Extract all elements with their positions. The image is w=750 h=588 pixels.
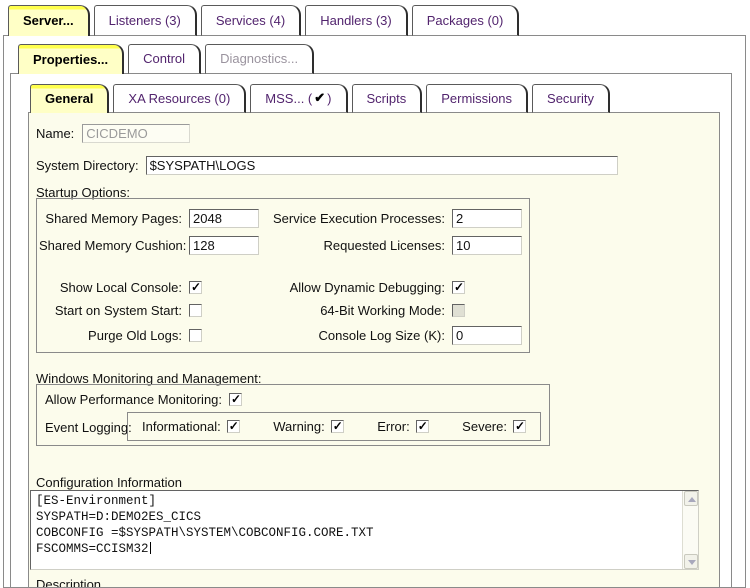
- tab-control[interactable]: Control: [128, 44, 201, 74]
- error-checkbox[interactable]: [416, 420, 429, 433]
- tab-properties[interactable]: Properties...: [18, 44, 124, 74]
- startup-options-group: Shared Memory Pages: Service Execution P…: [36, 198, 530, 353]
- system-directory-row: System Directory:: [36, 156, 618, 175]
- system-directory-label: System Directory:: [36, 158, 139, 173]
- allow-performance-monitoring-checkbox[interactable]: [229, 393, 242, 406]
- error-label: Error:: [377, 419, 410, 434]
- start-on-system-start-checkbox[interactable]: [189, 304, 202, 317]
- enterprise-server-admin-page: Name: System Directory: Startup Options:…: [0, 0, 750, 588]
- tab-xa-resources[interactable]: XA Resources (0): [113, 84, 246, 113]
- tab-packages[interactable]: Packages (0): [412, 5, 520, 36]
- config-line: FSCOMMS=CCISM32: [36, 541, 678, 557]
- warning-label: Warning:: [273, 419, 325, 434]
- performance-monitoring-row: Allow Performance Monitoring:: [45, 392, 242, 407]
- warning-checkbox[interactable]: [331, 420, 344, 433]
- properties-tab-bar: Properties... Control Diagnostics...: [18, 44, 314, 74]
- tab-server[interactable]: Server...: [8, 5, 90, 36]
- 64bit-working-mode-checkbox: [452, 304, 465, 317]
- server-tab-bar: Server... Listeners (3) Services (4) Han…: [8, 5, 519, 36]
- allow-performance-monitoring-label: Allow Performance Monitoring:: [45, 392, 222, 407]
- config-line: COBCONFIG =$SYSPATH\SYSTEM\COBCONFIG.COR…: [36, 525, 678, 541]
- purge-old-logs-checkbox[interactable]: [189, 329, 202, 342]
- spacer: [39, 263, 534, 272]
- event-level-warning: Warning:: [273, 419, 344, 434]
- informational-label: Informational:: [142, 419, 221, 434]
- event-logging-group: Informational: Warning: Error: Severe:: [127, 412, 541, 441]
- config-line: [ES-Environment]: [36, 493, 678, 509]
- tab-services[interactable]: Services (4): [201, 5, 301, 36]
- tab-listeners[interactable]: Listeners (3): [94, 5, 197, 36]
- tab-mss[interactable]: MSS... (✔ ): [250, 84, 347, 113]
- requested-licenses-label: Requested Licenses:: [273, 238, 452, 253]
- show-local-console-checkbox[interactable]: [189, 281, 202, 294]
- severe-checkbox[interactable]: [513, 420, 526, 433]
- event-level-error: Error:: [377, 419, 429, 434]
- tab-permissions[interactable]: Permissions: [426, 84, 528, 113]
- configuration-information-textarea[interactable]: [ES-Environment] SYSPATH=D:DEMO2ES_CICS …: [30, 490, 699, 570]
- scroll-up-icon[interactable]: [684, 491, 698, 506]
- informational-checkbox[interactable]: [227, 420, 240, 433]
- name-label: Name:: [36, 126, 74, 141]
- textarea-scrollbar[interactable]: [682, 491, 698, 569]
- scroll-down-icon[interactable]: [684, 554, 698, 569]
- tab-security[interactable]: Security: [532, 84, 610, 113]
- 64bit-working-mode-label: 64-Bit Working Mode:: [273, 303, 452, 318]
- event-logging-label: Event Logging:: [45, 420, 132, 435]
- shared-memory-cushion-input[interactable]: [189, 236, 259, 255]
- tab-diagnostics[interactable]: Diagnostics...: [205, 44, 314, 74]
- text-cursor: [150, 542, 151, 554]
- general-tab-bar: General XA Resources (0) MSS... (✔ ) Scr…: [30, 84, 610, 113]
- event-level-severe: Severe:: [462, 419, 526, 434]
- shared-memory-pages-label: Shared Memory Pages:: [39, 211, 189, 226]
- console-log-size-input[interactable]: [452, 326, 522, 345]
- service-execution-processes-input[interactable]: [452, 209, 522, 228]
- name-row: Name:: [36, 124, 190, 143]
- general-form-panel: Name: System Directory: Startup Options:…: [28, 112, 720, 588]
- monitoring-group: Allow Performance Monitoring: Event Logg…: [36, 384, 550, 446]
- tab-scripts[interactable]: Scripts: [352, 84, 423, 113]
- requested-licenses-input[interactable]: [452, 236, 522, 255]
- name-input: [82, 124, 190, 143]
- configuration-information-title: Configuration Information: [36, 475, 182, 490]
- system-directory-input[interactable]: [146, 156, 618, 175]
- service-execution-processes-label: Service Execution Processes:: [273, 211, 452, 226]
- check-icon: ✔: [312, 90, 327, 106]
- allow-dynamic-debugging-label: Allow Dynamic Debugging:: [273, 280, 452, 295]
- tab-general[interactable]: General: [30, 84, 109, 113]
- config-line: SYSPATH=D:DEMO2ES_CICS: [36, 509, 678, 525]
- allow-dynamic-debugging-checkbox[interactable]: [452, 281, 465, 294]
- purge-old-logs-label: Purge Old Logs:: [39, 328, 189, 343]
- event-level-informational: Informational:: [142, 419, 240, 434]
- start-on-system-start-label: Start on System Start:: [39, 303, 189, 318]
- show-local-console-label: Show Local Console:: [39, 280, 189, 295]
- shared-memory-pages-input[interactable]: [189, 209, 259, 228]
- console-log-size-label: Console Log Size (K):: [273, 328, 452, 343]
- tab-handlers[interactable]: Handlers (3): [305, 5, 408, 36]
- severe-label: Severe:: [462, 419, 507, 434]
- description-label: Description: [36, 577, 101, 588]
- shared-memory-cushion-label: Shared Memory Cushion:: [39, 238, 189, 253]
